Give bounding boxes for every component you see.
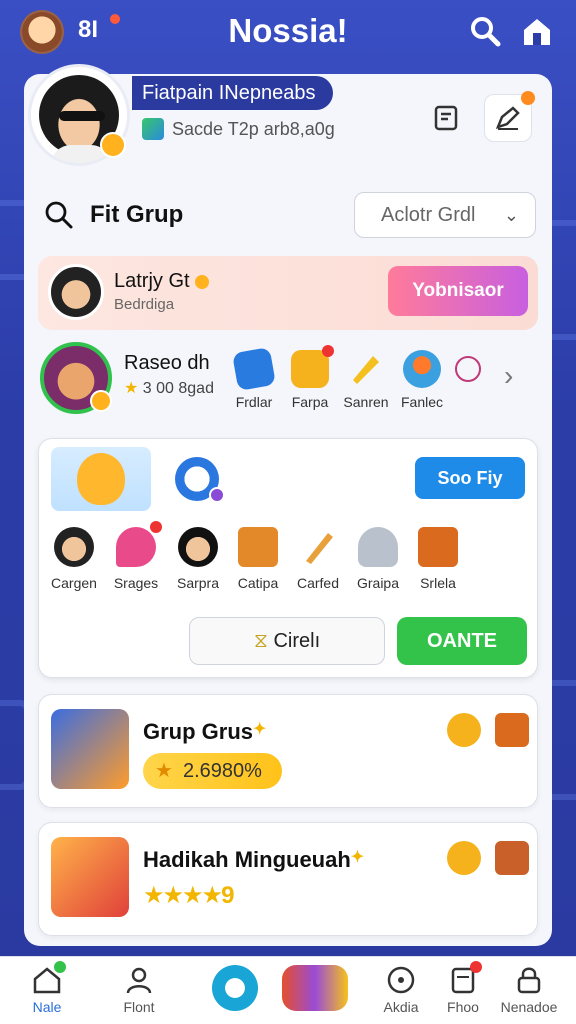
star-icon: ★	[124, 380, 139, 397]
cat-mascot-image	[51, 447, 151, 511]
u-circle-icon	[455, 356, 481, 382]
coin-icon	[195, 274, 210, 289]
lock-icon	[514, 965, 544, 995]
panel-item[interactable]: Srlela	[407, 527, 469, 591]
baguette-icon	[298, 527, 338, 567]
features-row: Raseo dh ★ 3 00 8gad Frdlar Farpa Sanren…	[38, 340, 538, 426]
panel-primary-button[interactable]: Soo Fiy	[415, 457, 525, 499]
group-card[interactable]: Grup Grus✦ ★ 2.6980%	[38, 694, 538, 808]
pin-icon	[116, 521, 162, 567]
profile-status: Sacde T2p arb8,a0g	[142, 118, 335, 140]
chevron-right-icon[interactable]: ›	[504, 360, 513, 392]
feature-item[interactable]: Farpa	[280, 345, 340, 410]
home-icon	[32, 961, 66, 995]
edit-button[interactable]	[484, 91, 535, 142]
sparkle-icon: ✦	[350, 849, 365, 866]
cat-sticker-icon[interactable]	[447, 713, 481, 747]
heart-chat-icon[interactable]	[175, 457, 225, 503]
group-title: Grup Grus✦	[143, 719, 267, 744]
box-icon[interactable]	[495, 841, 529, 875]
group-thumbnail	[51, 837, 129, 917]
group-filter-select[interactable]: Aclotr Grdl ⌄	[354, 192, 536, 238]
group-title: Hadikah Mingueuah✦	[143, 847, 365, 872]
nav-friends[interactable]: Flont	[104, 965, 174, 1015]
search-label: Fit Grup	[90, 201, 184, 228]
nav-settings[interactable]: Nenadoe	[494, 965, 564, 1015]
featured-user-row[interactable]: Latrjy Gt Bedrdiga Yobnisaor	[38, 256, 538, 330]
panel-item[interactable]: Srages	[105, 521, 167, 591]
document-icon	[448, 961, 482, 995]
chef-hat-icon	[358, 527, 398, 567]
profile-name: Fiatpain INepneabs	[132, 76, 334, 110]
nav-messages[interactable]: Fhoo	[428, 961, 498, 1015]
panel-item[interactable]: Graipa	[347, 527, 409, 591]
feature-item[interactable]	[440, 350, 496, 382]
group-filter-value: Aclotr Grdl	[381, 204, 476, 226]
main-card: Fiatpain INepneabs Sacde T2p arb8,a0g Fi…	[24, 64, 552, 946]
sparkle-icon: ✦	[253, 721, 267, 738]
bottom-navigation: Nale Flont Akdia Fhoo Nenadoe	[0, 956, 576, 1024]
featured-user-subtitle: Bedrdiga	[114, 296, 175, 313]
feature-item[interactable]: Frdlar	[224, 346, 284, 410]
nav-coins-icon[interactable]	[282, 965, 348, 1011]
panel-item[interactable]: Carfed	[287, 527, 349, 591]
panel-confirm-button[interactable]: OANTE	[397, 617, 527, 665]
chevron-down-icon: ⌄	[503, 205, 519, 225]
features-user-score: ★ 3 00 8gad	[124, 380, 214, 397]
clipboard-icon	[434, 105, 458, 131]
featured-user-name: Latrjy Gt	[114, 270, 210, 293]
person-avatar-icon	[178, 527, 218, 567]
hourglass-icon: ⧖	[253, 630, 268, 652]
edit-badge	[521, 91, 535, 105]
user-icon	[124, 965, 154, 995]
actions-panel: Soo Fiy Cargen Srages Sarpra Catipa Carf…	[38, 438, 538, 678]
group-progress-pill: ★ 2.6980%	[143, 753, 282, 789]
profile-status-text: Sacde T2p arb8,a0g	[172, 118, 335, 139]
compass-icon	[386, 965, 416, 995]
cube-icon	[142, 118, 164, 140]
clipboard-button[interactable]	[422, 94, 470, 142]
panel-secondary-button[interactable]: ⧖ Cirelı	[189, 617, 385, 665]
star-icon: ★	[155, 760, 173, 782]
search-icon[interactable]	[44, 200, 74, 230]
basket-icon	[418, 527, 458, 567]
group-card[interactable]: Hadikah Mingueuah✦ ★★★★9	[38, 822, 538, 936]
panel-item[interactable]: Sarpra	[167, 527, 229, 591]
megaphone-icon	[347, 350, 385, 388]
feature-item[interactable]: Sanren	[336, 350, 396, 410]
panel-item[interactable]: Catipa	[227, 527, 289, 591]
search-icon[interactable]	[468, 14, 502, 48]
island-icon	[403, 350, 441, 388]
group-thumbnail	[51, 709, 129, 789]
features-user-avatar[interactable]	[40, 342, 112, 414]
features-user-name: Raseo dh	[124, 352, 210, 374]
featured-user-avatar	[48, 264, 104, 320]
featured-action-button[interactable]: Yobnisaor	[388, 266, 528, 316]
nav-center-refresh-icon[interactable]	[212, 965, 258, 1011]
person-avatar-icon	[54, 527, 94, 567]
group-rating: ★★★★9	[143, 882, 235, 909]
mail-icon	[291, 345, 334, 388]
panel-item[interactable]: Cargen	[43, 527, 105, 591]
cat-sticker-icon[interactable]	[447, 841, 481, 875]
top-bar: 8I Nossia!	[0, 0, 576, 66]
nav-activity[interactable]: Akdia	[366, 965, 436, 1015]
chest-icon[interactable]	[495, 713, 529, 747]
star-rating-icon: ★★★★	[143, 882, 223, 909]
pencil-icon	[495, 106, 520, 130]
search-row: Fit Grup Aclotr Grdl ⌄	[44, 192, 536, 238]
verified-badge-icon	[100, 132, 126, 158]
nav-home[interactable]: Nale	[12, 961, 82, 1015]
treasure-chest-icon	[238, 527, 278, 567]
home-store-icon[interactable]	[520, 14, 554, 48]
chat-bubble-icon	[231, 346, 277, 392]
